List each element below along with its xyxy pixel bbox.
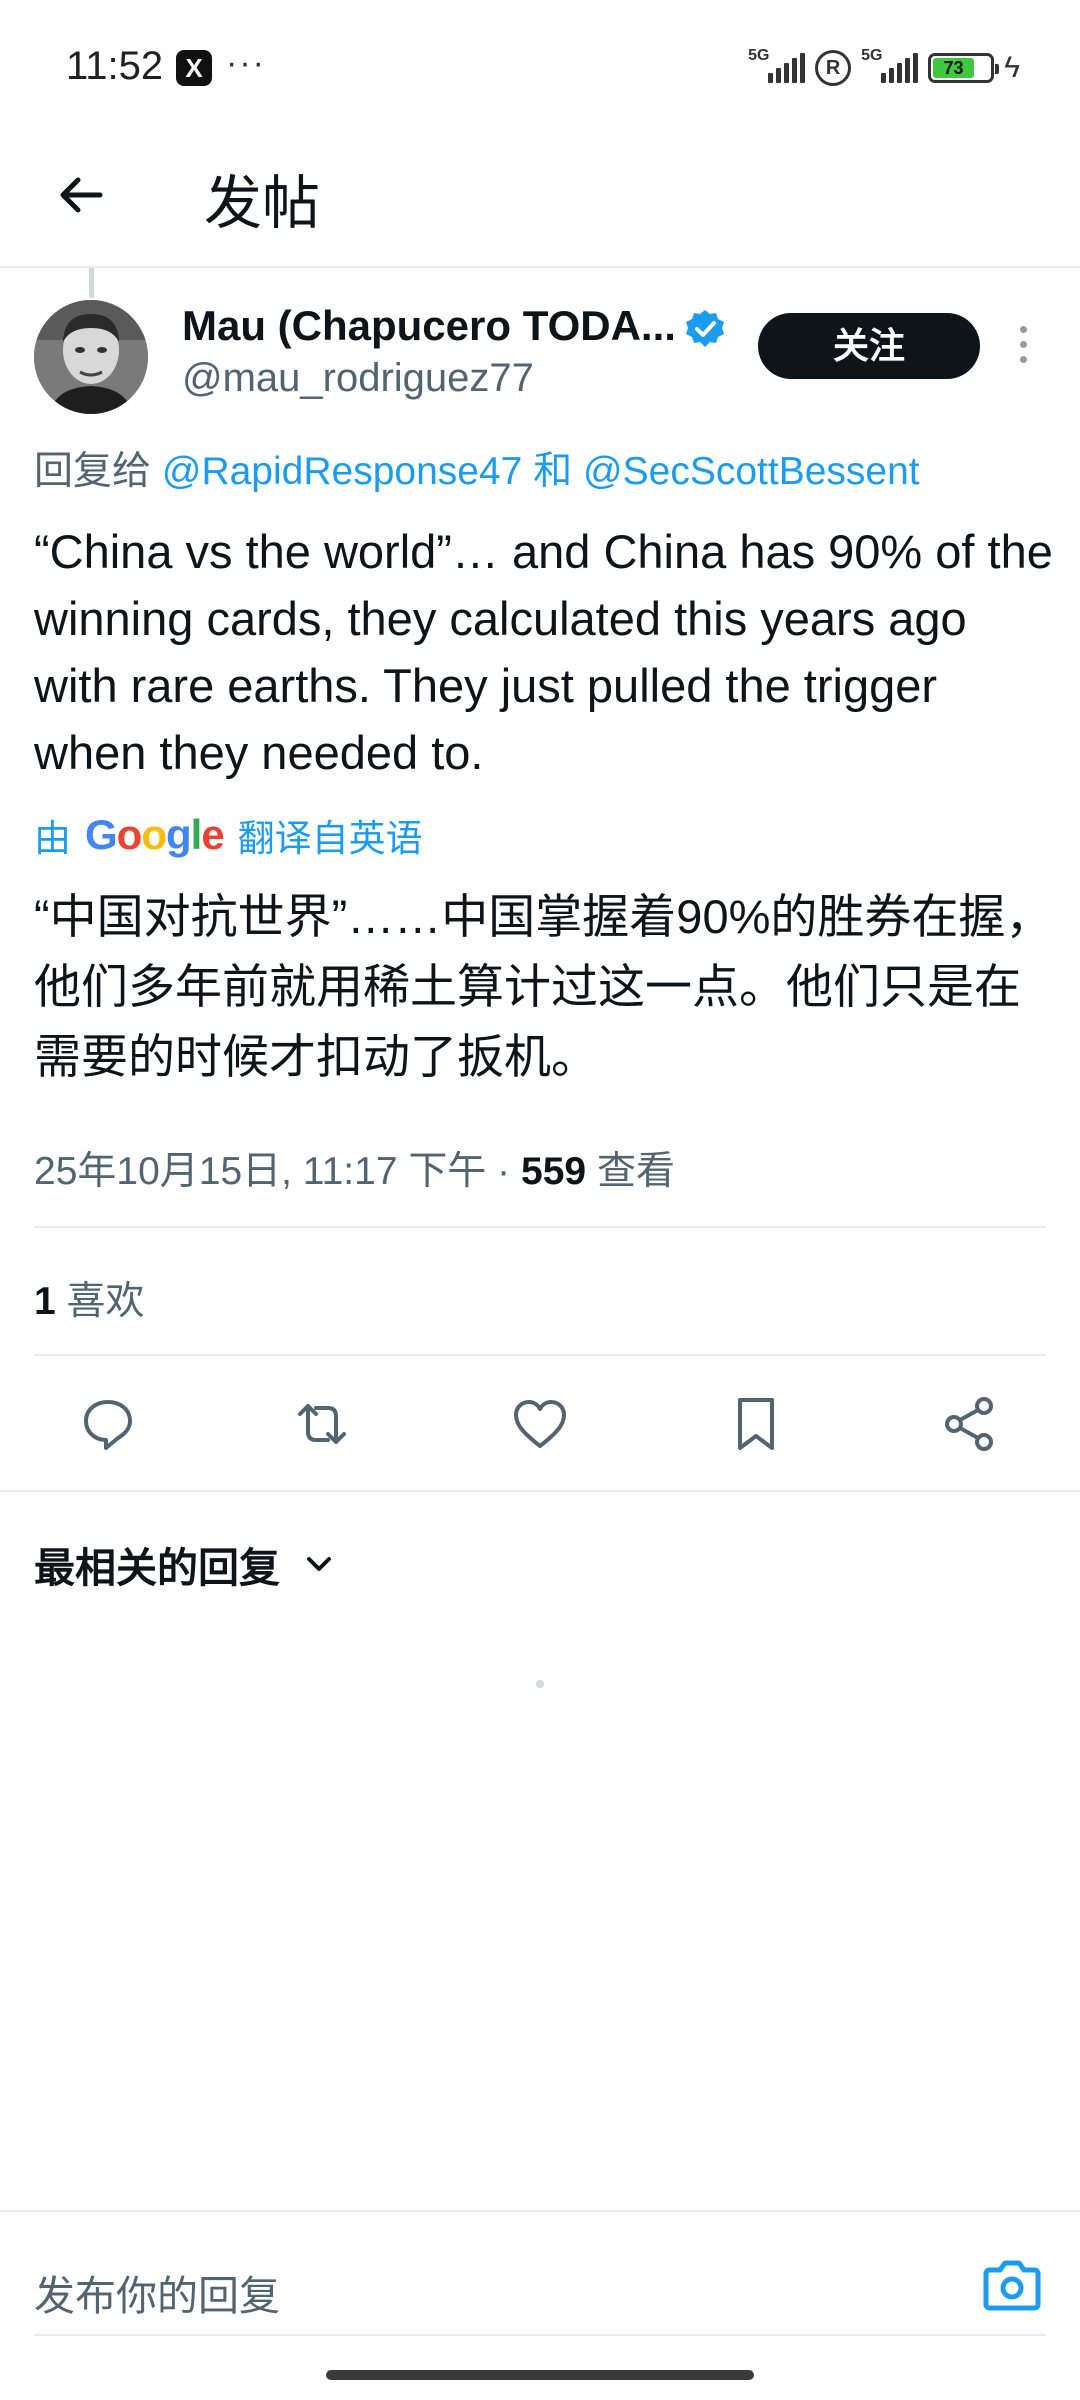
home-indicator[interactable]: [326, 2370, 754, 2380]
status-time: 11:52: [66, 44, 164, 88]
reply-conjunction: 和: [533, 450, 573, 493]
battery-level: 73: [933, 58, 974, 78]
mention-link[interactable]: @SecScottBessent: [583, 450, 920, 493]
translation-attribution[interactable]: 由 Google 翻译自英语: [34, 808, 423, 862]
top-bar: 发帖: [0, 130, 1080, 268]
composer-bottom-divider: [34, 2334, 1046, 2336]
bookmark-icon[interactable]: [726, 1394, 786, 1454]
timestamp: 25年10月15日, 11:17 下午 ·: [34, 1150, 522, 1193]
divider: [34, 1226, 1046, 1228]
google-logo: Google: [85, 811, 225, 858]
reply-sort-dropdown[interactable]: 最相关的回复: [34, 1534, 336, 1594]
author-name[interactable]: Mau (Chapucero TODA...: [182, 302, 676, 350]
verified-badge-icon: [684, 308, 726, 350]
signal-icon-2: 5G: [861, 47, 919, 83]
views-label: 查看: [596, 1150, 675, 1193]
notification-overflow-icon: ···: [226, 44, 266, 82]
status-bar: 11:52 X ··· 5G R 5G 73 ϟ: [0, 0, 1080, 130]
likes-label: 喜欢: [66, 1280, 145, 1323]
reply-sort-label: 最相关的回复: [34, 1545, 280, 1591]
views-count: 559: [521, 1150, 587, 1193]
x-app-icon: X: [176, 50, 212, 86]
reply-prefix: 回复给: [34, 450, 152, 493]
reply-input[interactable]: 发布你的回复: [34, 2262, 280, 2322]
translate-label: 翻译自英语: [237, 818, 423, 859]
reply-to-line: 回复给 @RapidResponse47 和 @SecScottBessent: [34, 440, 920, 496]
roaming-icon: R: [815, 50, 852, 86]
section-divider: [0, 1490, 1080, 1492]
system-icons: 5G R 5G 73 ϟ: [748, 47, 1020, 88]
reply-icon[interactable]: [78, 1394, 138, 1454]
loading-indicator: [536, 1680, 544, 1688]
translate-by: 由: [34, 818, 71, 859]
back-arrow-icon[interactable]: [46, 160, 116, 230]
composer-top-divider: [0, 2210, 1080, 2212]
share-icon[interactable]: [940, 1394, 1000, 1454]
more-options-icon[interactable]: [1016, 326, 1030, 370]
tweet-text: “China vs the world”… and China has 90% …: [34, 525, 1053, 779]
like-heart-icon[interactable]: [510, 1394, 570, 1454]
likes-summary[interactable]: 1 喜欢: [34, 1270, 145, 1326]
likes-count: 1: [34, 1280, 56, 1323]
thread-connector: [89, 268, 94, 298]
signal-icon: 5G: [748, 47, 806, 83]
avatar[interactable]: [34, 300, 148, 414]
page-title: 发帖: [204, 171, 321, 236]
camera-icon[interactable]: [980, 2256, 1044, 2316]
author-handle[interactable]: @mau_rodriguez77: [182, 356, 534, 401]
translated-text: “中国对抗世界”……中国掌握着90%的胜券在握，他们多年前就用稀土算计过这一点。…: [34, 890, 1053, 1083]
follow-button[interactable]: 关注: [758, 313, 980, 379]
chevron-down-icon: [307, 1557, 331, 1571]
charging-icon: ϟ: [1004, 51, 1020, 84]
battery-icon: 73: [928, 53, 1000, 83]
mention-link[interactable]: @RapidResponse47: [162, 450, 522, 493]
repost-icon[interactable]: [292, 1394, 352, 1454]
action-bar: [0, 1356, 1080, 1490]
tweet-meta: 25年10月15日, 11:17 下午 · 559 查看: [34, 1140, 675, 1196]
